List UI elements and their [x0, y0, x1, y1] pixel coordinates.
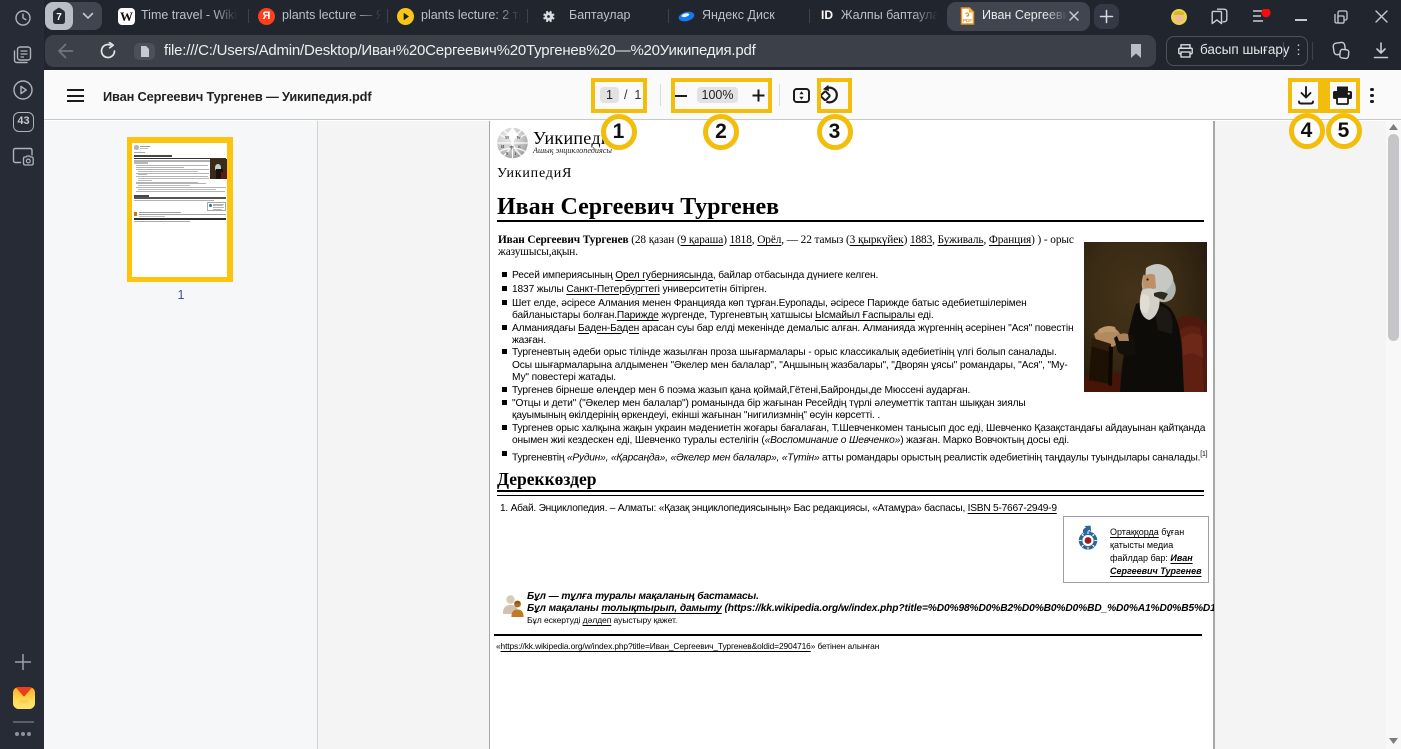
svg-text:M: M	[505, 135, 509, 140]
svg-text:9: 9	[506, 151, 508, 156]
svg-text:7: 7	[56, 12, 62, 23]
svg-text:PDF: PDF	[963, 18, 972, 23]
svg-text:א: א	[518, 144, 521, 149]
svg-text:中: 中	[510, 144, 514, 151]
